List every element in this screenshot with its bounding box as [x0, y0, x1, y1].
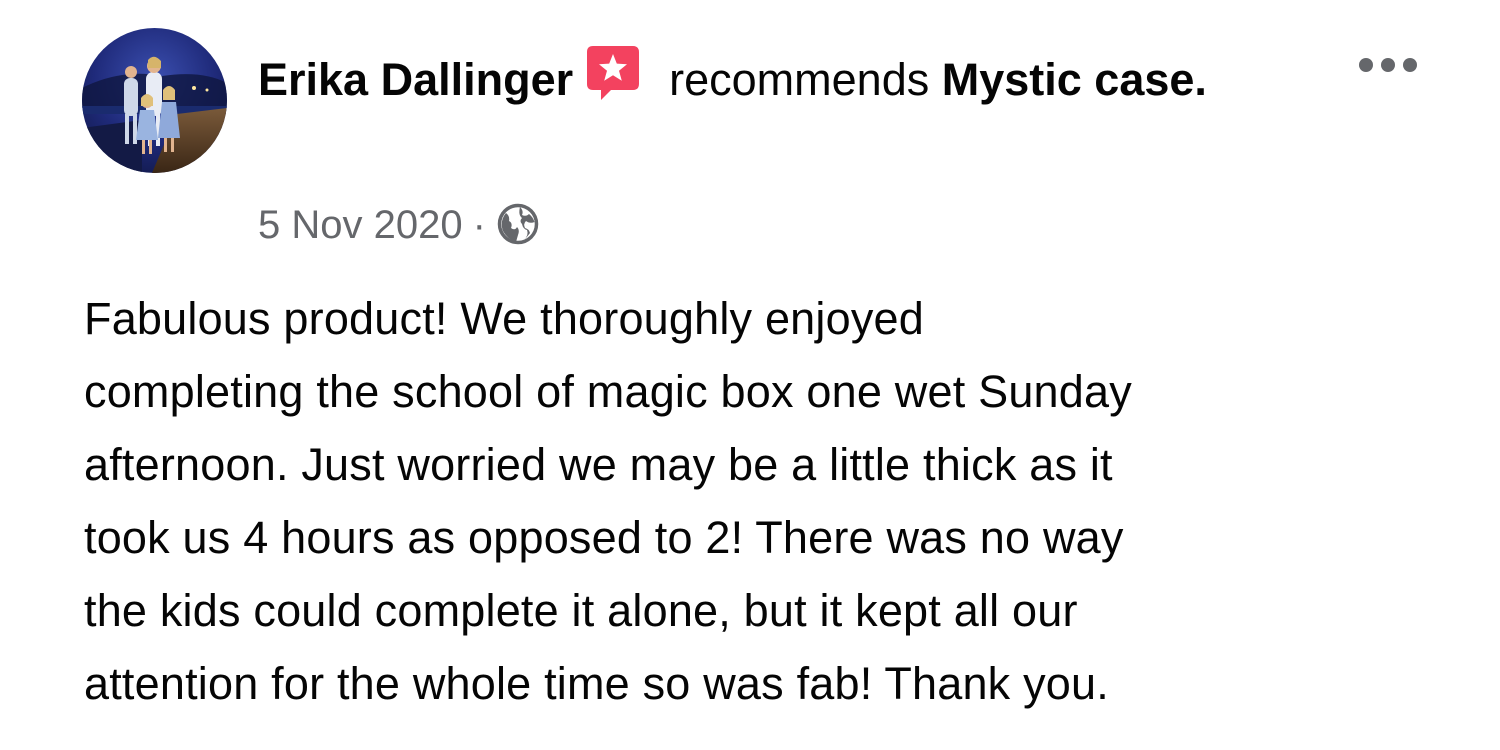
star-speech-bubble-icon: [585, 44, 641, 102]
page-name-link[interactable]: Mystic case.: [942, 54, 1207, 105]
author-avatar[interactable]: [82, 28, 227, 173]
post-header: Erika Dallinger recommends Mystic case.: [258, 42, 1308, 117]
globe-icon: [496, 202, 540, 246]
author-name[interactable]: Erika Dallinger: [258, 54, 573, 105]
more-options-icon[interactable]: [1357, 55, 1419, 75]
recommends-text: recommends: [669, 54, 930, 105]
post-body-text: Fabulous product! We thoroughly enjoyed …: [84, 293, 1132, 709]
post-meta: 5 Nov 2020 ·: [258, 197, 540, 253]
meta-separator: ·: [472, 203, 486, 247]
post-date[interactable]: 5 Nov 2020: [258, 203, 463, 247]
recommendation-post: Erika Dallinger recommends Mystic case. …: [0, 0, 1500, 750]
